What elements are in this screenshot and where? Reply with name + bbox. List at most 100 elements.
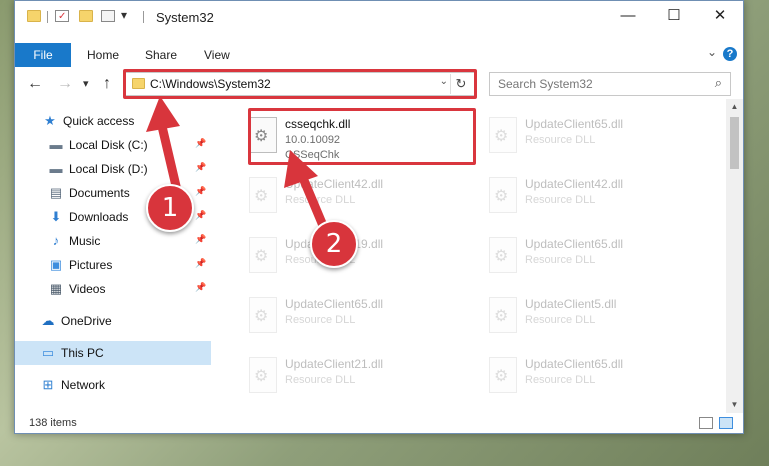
computer-icon: ▭ bbox=[41, 345, 55, 360]
toolbar-separator bbox=[47, 11, 48, 23]
close-button[interactable]: ✕ bbox=[697, 1, 743, 33]
file-item[interactable]: UpdateClient65.dll Resource DLL bbox=[479, 229, 711, 289]
file-item[interactable]: UpdateClient65.dll Resource DLL bbox=[479, 109, 711, 169]
sidebar-item-local-disk-c[interactable]: ▬ Local Disk (C:) 📌 bbox=[15, 133, 211, 157]
scroll-up-icon[interactable]: ▲ bbox=[726, 99, 743, 115]
file-item[interactable]: UpdateClient42.dll Resource DLL bbox=[479, 169, 711, 229]
file-type: Resource DLL bbox=[525, 374, 596, 386]
sidebar-item-label: Quick access bbox=[63, 114, 135, 128]
file-item[interactable]: UpdateClient65.dll Resource DLL bbox=[479, 349, 711, 409]
maximize-button[interactable]: ☐ bbox=[651, 1, 697, 33]
folder-icon bbox=[27, 10, 41, 22]
file-type: Resource DLL bbox=[525, 194, 596, 206]
ribbon-tabs: File Home Share View ⌄ ? bbox=[15, 43, 743, 67]
back-button[interactable]: ← bbox=[27, 75, 43, 93]
videos-icon: ▦ bbox=[49, 281, 63, 296]
large-icons-view-icon[interactable] bbox=[719, 417, 733, 429]
file-explorer-window: ✓ ▾ System32 — ☐ ✕ File Home Share View … bbox=[14, 0, 744, 434]
pin-icon[interactable]: 📌 bbox=[195, 162, 206, 173]
pin-icon[interactable]: 📌 bbox=[195, 138, 206, 149]
scroll-down-icon[interactable]: ▼ bbox=[726, 397, 743, 413]
dll-file-icon bbox=[489, 177, 517, 213]
file-type: Resource DLL bbox=[285, 194, 356, 206]
pin-icon[interactable]: 📌 bbox=[195, 186, 206, 197]
sidebar-item-label: Local Disk (C:) bbox=[69, 138, 148, 152]
file-item[interactable]: UpdateClient5.dll Resource DLL bbox=[479, 289, 711, 349]
search-placeholder: Search System32 bbox=[498, 77, 593, 91]
sidebar-item-network[interactable]: ⊞ Network bbox=[15, 373, 211, 397]
sidebar-item-local-disk-d[interactable]: ▬ Local Disk (D:) 📌 bbox=[15, 157, 211, 181]
recent-locations-dropdown[interactable]: ▾ bbox=[83, 77, 89, 90]
file-type: Resource DLL bbox=[285, 314, 356, 326]
pin-icon[interactable]: 📌 bbox=[195, 210, 206, 221]
file-type: Resource DLL bbox=[525, 314, 596, 326]
item-count: 138 items bbox=[29, 417, 77, 429]
navigation-pane: ★ Quick access ▬ Local Disk (C:) 📌 ▬ Local Dis… bbox=[15, 101, 211, 413]
drive-icon: ▬ bbox=[49, 161, 63, 176]
search-input[interactable]: Search System32 ⌕ bbox=[489, 72, 731, 96]
sidebar-item-videos[interactable]: ▦ Videos 📌 bbox=[15, 277, 211, 301]
details-view-icon[interactable] bbox=[699, 417, 713, 429]
pin-icon[interactable]: 📌 bbox=[195, 282, 206, 293]
drive-icon: ▬ bbox=[49, 137, 63, 152]
tab-file[interactable]: File bbox=[15, 43, 71, 67]
address-highlight bbox=[123, 69, 477, 99]
navigation-bar: ← → ▾ ↑ C:\Windows\System32 ⌄ ↻ Search S… bbox=[15, 69, 743, 99]
cloud-icon: ☁ bbox=[41, 313, 55, 328]
dll-file-icon bbox=[489, 237, 517, 273]
documents-icon: ▤ bbox=[49, 185, 63, 200]
dll-file-icon bbox=[249, 177, 277, 213]
sidebar-item-quick-access[interactable]: ★ Quick access bbox=[15, 109, 211, 133]
tab-view[interactable]: View bbox=[204, 43, 230, 67]
forward-button[interactable]: → bbox=[57, 75, 73, 93]
file-name: UpdateClient65.dll bbox=[525, 237, 624, 251]
file-type: Resource DLL bbox=[285, 374, 356, 386]
pin-icon[interactable]: 📌 bbox=[195, 234, 206, 245]
file-type: Resource DLL bbox=[525, 134, 596, 146]
sidebar-item-music[interactable]: ♪ Music 📌 bbox=[15, 229, 211, 253]
up-button[interactable]: ↑ bbox=[103, 75, 111, 93]
file-item[interactable]: UpdateClient42.dll Resource DLL bbox=[239, 169, 471, 229]
music-icon: ♪ bbox=[52, 233, 60, 248]
tab-share[interactable]: Share bbox=[145, 43, 177, 67]
file-name: UpdateClient42.dll bbox=[285, 177, 384, 191]
dll-file-icon bbox=[249, 297, 277, 333]
sidebar-item-pictures[interactable]: ▣ Pictures 📌 bbox=[15, 253, 211, 277]
file-type: Resource DLL bbox=[525, 254, 596, 266]
pin-icon[interactable]: 📌 bbox=[195, 258, 206, 269]
properties-icon[interactable]: ✓ bbox=[55, 10, 69, 22]
network-icon: ⊞ bbox=[42, 377, 54, 392]
file-item[interactable]: UpdateClient21.dll Resource DLL bbox=[239, 349, 471, 409]
file-highlight bbox=[248, 108, 476, 165]
new-folder-icon[interactable] bbox=[79, 10, 93, 22]
file-item[interactable]: UpdateClient65.dll Resource DLL bbox=[239, 289, 471, 349]
tab-home[interactable]: Home bbox=[87, 43, 119, 67]
help-icon[interactable]: ? bbox=[723, 47, 737, 61]
dll-file-icon bbox=[489, 117, 517, 153]
file-name: UpdateClient65.dll bbox=[525, 117, 624, 131]
sidebar-item-label: This PC bbox=[61, 346, 104, 360]
sidebar-item-label: Local Disk (D:) bbox=[69, 162, 148, 176]
customize-icon[interactable] bbox=[101, 10, 115, 22]
scroll-thumb[interactable] bbox=[730, 117, 739, 169]
title-separator bbox=[143, 11, 144, 23]
file-name: UpdateClient21.dll bbox=[285, 357, 384, 371]
sidebar-item-label: Pictures bbox=[69, 258, 113, 272]
dll-file-icon bbox=[249, 237, 277, 273]
minimize-button[interactable]: — bbox=[605, 1, 651, 33]
sidebar-item-onedrive[interactable]: ☁ OneDrive bbox=[15, 309, 211, 333]
sidebar-item-label: Videos bbox=[69, 282, 106, 296]
sidebar-item-this-pc[interactable]: ▭ This PC bbox=[15, 341, 211, 365]
file-name: UpdateClient42.dll bbox=[525, 177, 624, 191]
dll-file-icon bbox=[489, 297, 517, 333]
sidebar-item-label: Network bbox=[61, 378, 106, 392]
quick-access-toolbar-dropdown[interactable]: ▾ bbox=[121, 8, 127, 22]
sidebar-item-label: Downloads bbox=[69, 210, 129, 224]
sidebar-item-label: Documents bbox=[69, 186, 130, 200]
dll-file-icon bbox=[489, 357, 517, 393]
search-icon: ⌕ bbox=[714, 75, 722, 90]
vertical-scrollbar[interactable]: ▲ ▼ bbox=[726, 99, 743, 413]
file-name: UpdateClient65.dll bbox=[525, 357, 624, 371]
expand-ribbon-icon[interactable]: ⌄ bbox=[707, 45, 717, 59]
status-bar: 138 items bbox=[15, 413, 743, 433]
